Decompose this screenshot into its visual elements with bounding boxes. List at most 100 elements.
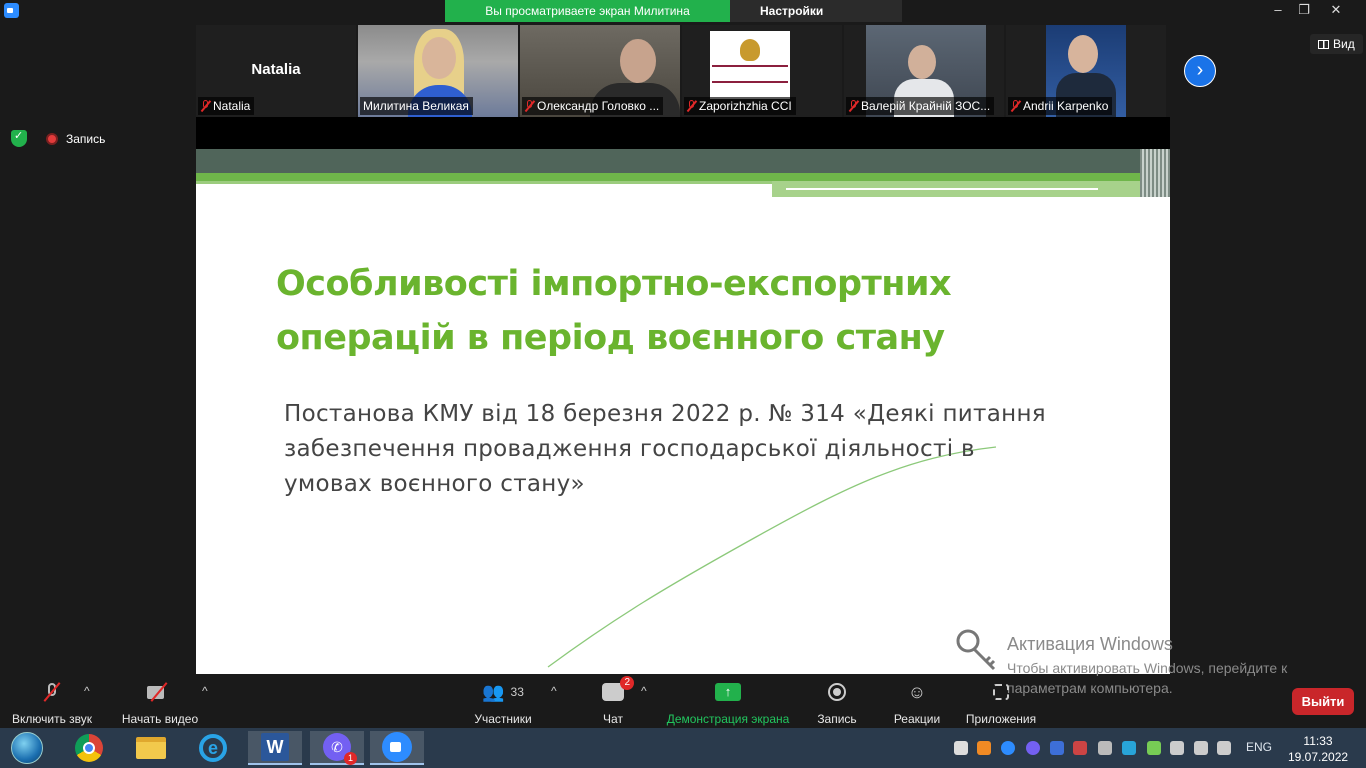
share-screen-icon: ↑ bbox=[715, 683, 741, 701]
close-icon[interactable]: ✕ bbox=[1322, 0, 1350, 22]
bluetooth-icon[interactable] bbox=[1050, 741, 1064, 755]
nvidia-icon[interactable] bbox=[1147, 741, 1161, 755]
view-settings-button[interactable]: Настройки просмотра⌄ bbox=[730, 0, 902, 40]
chat-badge: 2 bbox=[620, 676, 634, 690]
participant-gallery: Natalia Natalia Милитина Великая Олексан… bbox=[196, 25, 1170, 117]
slide-title: Особливості імпортно-експортних операцій… bbox=[276, 264, 952, 358]
viber-tray-icon[interactable] bbox=[1026, 741, 1040, 755]
participants-button[interactable]: 👥 33 Участники bbox=[470, 680, 536, 727]
next-page-chevron-icon[interactable]: › bbox=[1184, 55, 1216, 87]
share-screen-label: Демонстрация экрана bbox=[666, 712, 790, 726]
mic-muted-icon bbox=[1011, 100, 1020, 112]
participants-count: 33 bbox=[510, 685, 524, 699]
slide-decor-curve bbox=[547, 446, 997, 668]
record-icon bbox=[828, 683, 846, 701]
shared-screen: Особливості імпортно-експортних операцій… bbox=[196, 117, 1170, 674]
participant-name: Олександр Головко ... bbox=[537, 99, 660, 113]
security-shield-icon[interactable] bbox=[11, 129, 27, 147]
audio-tray-icon[interactable] bbox=[1073, 741, 1087, 755]
activation-text: Чтобы активировать Windows, перейдите к … bbox=[1007, 660, 1288, 696]
reactions-icon: ☺ bbox=[907, 681, 927, 702]
mic-muted-icon bbox=[687, 100, 696, 112]
minimize-icon[interactable]: – bbox=[1264, 0, 1292, 22]
battery-icon[interactable] bbox=[1194, 741, 1208, 755]
chat-options-caret-icon[interactable]: ^ bbox=[641, 684, 647, 698]
keyboard-icon[interactable] bbox=[1098, 741, 1112, 755]
clock[interactable]: 11:33 19.07.2022 bbox=[1288, 733, 1348, 765]
camera-off-icon bbox=[147, 683, 173, 701]
start-video-button[interactable]: Начать видео bbox=[118, 680, 202, 726]
record-label: Запись bbox=[817, 712, 857, 726]
grid-icon bbox=[1318, 39, 1329, 49]
share-screen-button[interactable]: ↑ Демонстрация экрана bbox=[664, 680, 792, 726]
restore-icon[interactable]: ❐ bbox=[1290, 0, 1318, 22]
chrome-icon bbox=[75, 734, 103, 762]
viber-badge: 1 bbox=[344, 752, 357, 765]
taskbar-explorer[interactable] bbox=[124, 731, 178, 765]
volume-icon[interactable] bbox=[1217, 741, 1231, 755]
clock-time: 11:33 bbox=[1303, 734, 1333, 748]
acrobat-icon[interactable] bbox=[977, 741, 991, 755]
taskbar-word[interactable]: W bbox=[248, 731, 302, 765]
participants-options-caret-icon[interactable]: ^ bbox=[551, 684, 557, 698]
record-button[interactable]: Запись bbox=[810, 680, 864, 726]
word-icon: W bbox=[261, 733, 289, 761]
reactions-button[interactable]: ☺ Реакции bbox=[890, 680, 944, 727]
reactions-label: Реакции bbox=[893, 712, 941, 726]
participant-name: Natalia bbox=[213, 99, 251, 113]
recording-label: Запись bbox=[66, 132, 106, 146]
participant-name: Валерій Крайній ЗОС... bbox=[861, 99, 991, 113]
network-app-icon[interactable] bbox=[1122, 741, 1136, 755]
recording-icon bbox=[46, 133, 58, 145]
folder-icon bbox=[136, 737, 166, 759]
taskbar-viber[interactable]: ✆ 1 bbox=[310, 731, 364, 765]
taskbar-zoom[interactable] bbox=[370, 731, 424, 765]
unmute-button[interactable]: Включить звук bbox=[8, 680, 96, 726]
zoom-tray-icon[interactable] bbox=[1001, 741, 1015, 755]
windows-start-icon bbox=[11, 732, 43, 764]
participant-tile[interactable]: Олександр Головко ... bbox=[520, 25, 680, 117]
language-indicator[interactable]: ENG bbox=[1246, 740, 1272, 754]
taskbar-chrome[interactable] bbox=[62, 731, 116, 765]
participant-name: Andrii Karpenko bbox=[1023, 99, 1109, 113]
signal-icon[interactable] bbox=[1170, 741, 1184, 755]
mic-muted-icon bbox=[525, 100, 534, 112]
activation-title: Активация Windows bbox=[1007, 634, 1173, 654]
zoom-icon bbox=[382, 732, 412, 762]
participant-tile[interactable]: Милитина Великая bbox=[358, 25, 518, 117]
slide-subtitle: Постанова КМУ від 18 березня 2022 р. № 3… bbox=[284, 401, 1046, 497]
zoom-app-icon bbox=[4, 3, 19, 18]
start-video-label: Начать видео bbox=[121, 712, 199, 726]
chamber-logo bbox=[710, 31, 790, 99]
participant-label: Милитина Великая bbox=[360, 97, 473, 115]
viber-icon: ✆ 1 bbox=[323, 733, 357, 765]
apps-button[interactable]: Приложения bbox=[962, 680, 1040, 726]
share-banner: Вы просматриваете экран Милитина Великая… bbox=[445, 0, 902, 40]
start-button[interactable] bbox=[0, 731, 54, 765]
participant-name: Милитина Великая bbox=[363, 99, 469, 113]
drive-icon[interactable] bbox=[954, 741, 968, 755]
chat-label: Чат bbox=[603, 712, 623, 726]
participant-label: Natalia bbox=[198, 97, 255, 115]
chat-icon: 2 bbox=[602, 676, 634, 701]
audio-options-caret-icon[interactable]: ^ bbox=[84, 684, 90, 698]
participant-tile[interactable]: Andrii Karpenko bbox=[1006, 25, 1166, 117]
taskbar-ie[interactable]: e bbox=[186, 731, 240, 765]
participant-tile[interactable]: Zaporizhzhia CCI bbox=[682, 25, 842, 117]
apps-label: Приложения bbox=[965, 712, 1037, 726]
participant-tile[interactable]: Natalia Natalia bbox=[196, 25, 356, 117]
participant-tile[interactable]: Валерій Крайній ЗОС... bbox=[844, 25, 1004, 117]
participant-name: Zaporizhzhia CCI bbox=[699, 99, 792, 113]
microphone-muted-icon bbox=[46, 683, 58, 701]
participant-label: Валерій Крайній ЗОС... bbox=[846, 97, 995, 115]
internet-explorer-icon: e bbox=[199, 734, 227, 762]
leave-button[interactable]: Выйти bbox=[1292, 688, 1354, 715]
mic-muted-icon bbox=[849, 100, 858, 112]
clock-date: 19.07.2022 bbox=[1288, 750, 1349, 764]
participant-label: Zaporizhzhia CCI bbox=[684, 97, 796, 115]
video-options-caret-icon[interactable]: ^ bbox=[202, 684, 208, 698]
participant-label: Andrii Karpenko bbox=[1008, 97, 1113, 115]
chat-button[interactable]: 2 Чат bbox=[592, 676, 634, 726]
view-button[interactable]: Вид bbox=[1310, 34, 1363, 54]
key-icon bbox=[956, 629, 996, 671]
